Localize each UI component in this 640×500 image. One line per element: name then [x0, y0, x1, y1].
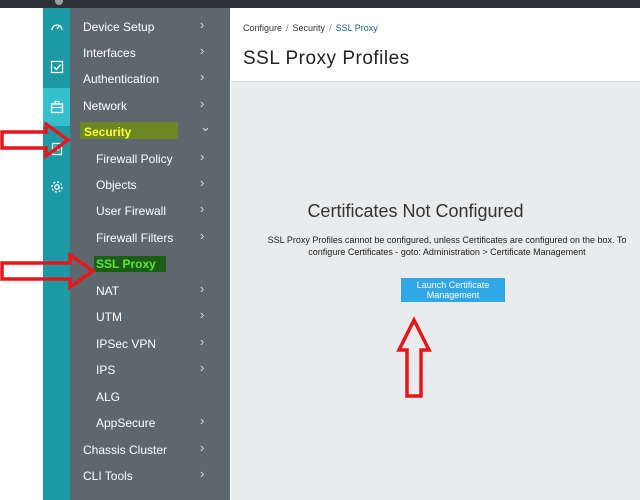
chevron-right-icon: › [200, 149, 205, 164]
sidebar-item-ipsec-vpn[interactable]: IPSec VPN › [70, 331, 230, 357]
sidebar-item-firewall-policy[interactable]: Firewall Policy › [70, 146, 230, 172]
chevron-down-icon: ⌄ [200, 119, 211, 134]
configure-icon[interactable] [43, 88, 70, 126]
breadcrumb-item-ssl-proxy: SSL Proxy [335, 23, 378, 33]
breadcrumb-item-configure[interactable]: Configure [243, 23, 282, 33]
sidebar-item-utm[interactable]: UTM › [70, 304, 230, 330]
sidebar-item-label: Authentication [83, 72, 160, 86]
sidebar-item-interfaces[interactable]: Interfaces › [70, 40, 230, 66]
empty-state-message: SSL Proxy Profiles cannot be configured,… [267, 235, 627, 257]
chevron-right-icon: › [200, 96, 205, 111]
chevron-right-icon: › [200, 466, 205, 481]
monitor-icon[interactable] [43, 48, 70, 86]
empty-state-title: Certificates Not Configured [307, 201, 524, 221]
page-title: SSL Proxy Profiles [243, 48, 410, 69]
sidebar-item-device-setup[interactable]: Device Setup › [70, 14, 230, 40]
dashboard-icon[interactable] [43, 8, 70, 46]
annotation-arrow-right-icon [0, 252, 97, 291]
chevron-right-icon: › [200, 228, 205, 243]
sidebar-item-label: Firewall Policy [96, 152, 173, 166]
chevron-right-icon: › [200, 281, 205, 296]
sidebar-item-objects[interactable]: Objects › [70, 172, 230, 198]
annotation-arrow-up-icon [396, 316, 432, 398]
breadcrumb: Configure / Security / SSL Proxy [243, 23, 378, 33]
sidebar-item-label: Chassis Cluster [83, 443, 168, 457]
breadcrumb-item-security[interactable]: Security [293, 23, 326, 33]
sidebar-item-label: Firewall Filters [96, 231, 174, 245]
sidebar-item-label: Objects [96, 178, 137, 192]
sidebar-item-chassis-cluster[interactable]: Chassis Cluster › [70, 437, 230, 463]
page-header: Configure / Security / SSL Proxy SSL Proxy P… [231, 8, 640, 82]
annotation-arrow-right-icon [0, 122, 71, 160]
sidebar-item-alg[interactable]: ALG [70, 384, 230, 410]
top-bar [0, 0, 640, 8]
chevron-right-icon: › [200, 201, 205, 216]
sidebar-item-label: ALG [96, 390, 121, 404]
sidebar-item-security[interactable]: Security ⌄ [70, 119, 230, 145]
sidebar-item-network[interactable]: Network › [70, 93, 230, 119]
chevron-right-icon: › [200, 69, 205, 84]
breadcrumb-separator: / [329, 23, 332, 33]
sidebar-item-label: SSL Proxy [96, 257, 156, 271]
main-content: Configure / Security / SSL Proxy SSL Proxy P… [231, 8, 640, 500]
sidebar-item-user-firewall[interactable]: User Firewall › [70, 198, 230, 224]
sidebar-item-label: UTM [96, 310, 122, 324]
sidebar-item-ips[interactable]: IPS › [70, 357, 230, 383]
sidebar-item-label: Security [84, 125, 132, 139]
chevron-right-icon: › [200, 440, 205, 455]
sidebar-item-label: IPS [96, 363, 116, 377]
chevron-right-icon: › [200, 334, 205, 349]
settings-icon[interactable] [43, 168, 70, 206]
chevron-right-icon: › [200, 360, 205, 375]
sidebar-item-label: NAT [96, 284, 120, 298]
sidebar-item-cli-tools[interactable]: CLI Tools › [70, 463, 230, 489]
sidebar-item-firewall-filters[interactable]: Firewall Filters › [70, 225, 230, 251]
chevron-right-icon: › [200, 413, 205, 428]
chevron-right-icon: › [200, 307, 205, 322]
launch-certificate-management-button[interactable]: Launch Certificate Management [401, 278, 505, 302]
chevron-right-icon: › [200, 43, 205, 58]
chevron-right-icon: › [200, 175, 205, 190]
window-dot-icon [55, 0, 63, 5]
sidebar-item-label: CLI Tools [83, 469, 133, 483]
sidebar-item-authentication[interactable]: Authentication › [70, 66, 230, 92]
chevron-right-icon: › [200, 17, 205, 32]
sidebar-item-label: IPSec VPN [96, 337, 157, 351]
breadcrumb-separator: / [286, 23, 289, 33]
sidebar-item-label: User Firewall [96, 204, 167, 218]
sidebar-item-appsecure[interactable]: AppSecure › [70, 410, 230, 436]
sidebar-item-label: Device Setup [83, 20, 155, 34]
sidebar-item-label: Interfaces [83, 46, 136, 60]
sidebar-item-label: AppSecure [96, 416, 156, 430]
sidebar-item-label: Network [83, 99, 128, 113]
